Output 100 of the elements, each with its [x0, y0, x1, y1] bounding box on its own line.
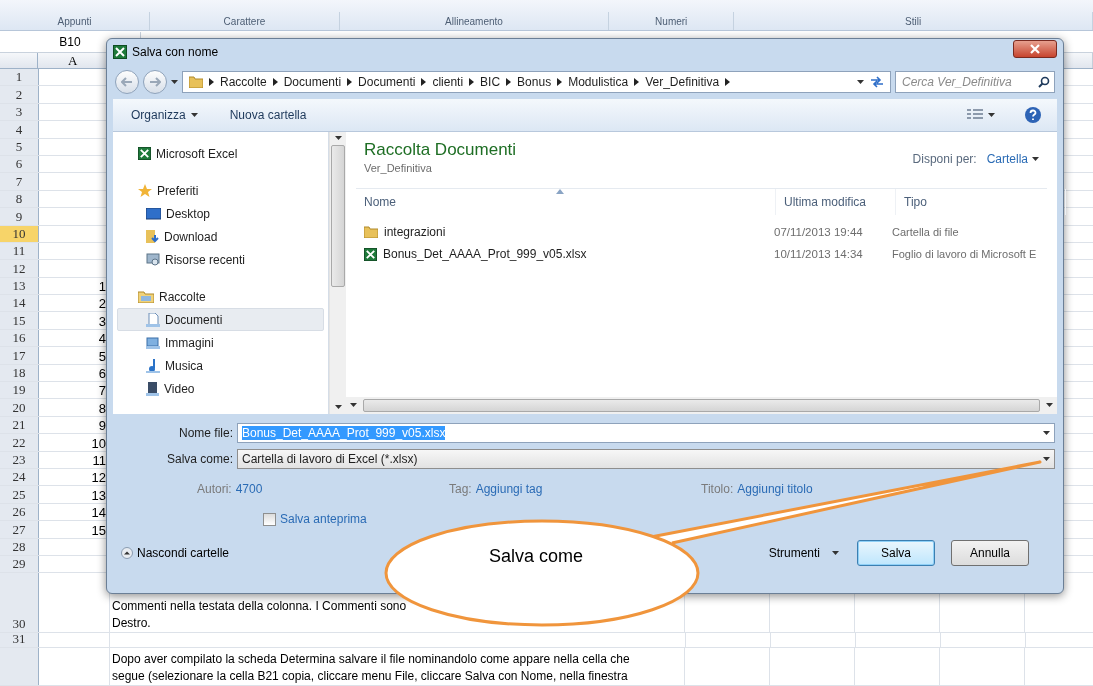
library-icon	[138, 290, 154, 303]
nav-item[interactable]: Preferiti	[117, 179, 324, 202]
ribbon-group-label: Appunti	[57, 15, 92, 27]
row-header[interactable]: 22	[0, 434, 39, 451]
row-header[interactable]: 20	[0, 399, 39, 416]
chevron-icon	[557, 78, 563, 86]
metadata-link[interactable]: 4700	[235, 482, 263, 496]
row-header[interactable]: 27	[0, 521, 39, 538]
nav-item[interactable]: Musica	[117, 354, 324, 377]
caret-icon	[1032, 156, 1039, 162]
ribbon-group-label: Allineamento	[445, 15, 503, 27]
recent-places-icon	[146, 253, 160, 266]
address-bar[interactable]: Raccolte Documenti Documenti clienti BIC Bonus Modulistica Ver_Definitiva	[182, 71, 891, 93]
row-header[interactable]: 14	[0, 295, 39, 312]
nav-item[interactable]: Download	[117, 225, 324, 248]
breadcrumb-item[interactable]: Modulistica	[568, 75, 629, 89]
caret-icon	[857, 79, 864, 85]
nav-item[interactable]: Immagini	[117, 331, 324, 354]
ribbon-group-label: Carattere	[223, 15, 266, 27]
chevron-icon	[421, 78, 427, 86]
search-field[interactable]: Cerca Ver_Definitiva	[895, 71, 1055, 93]
chevron-icon	[209, 78, 214, 86]
nav-item[interactable]: Risorse recenti	[117, 248, 324, 271]
row-header[interactable]: 30	[0, 573, 39, 633]
row-header[interactable]: 25	[0, 486, 39, 503]
vertical-scrollbar[interactable]	[329, 132, 346, 414]
list-view-icon	[967, 109, 983, 121]
file-row[interactable]: Bonus_Det_AAAA_Prot_999_v05.xlsx 10/11/2013 14:34 Foglio di lavoro di Microsoft E	[356, 243, 1057, 265]
hide-folders-button[interactable]: Nascondi cartelle	[121, 546, 230, 560]
caret-icon	[171, 79, 178, 85]
checkbox[interactable]	[263, 512, 276, 526]
back-arrow-icon	[121, 77, 133, 87]
row-header[interactable]	[0, 648, 39, 686]
caret-icon	[334, 136, 342, 141]
callout-text: Salva come	[489, 546, 584, 567]
library-subtitle: Ver_Definitiva	[364, 162, 433, 174]
chevron-icon	[347, 78, 353, 86]
row-header[interactable]: 7	[0, 173, 39, 190]
new-folder-button[interactable]: Nuova cartella	[227, 106, 309, 124]
field-label: Salva come:	[165, 452, 233, 466]
dialog-button[interactable]: Annulla	[951, 540, 1029, 566]
spreadsheet-icon	[138, 147, 151, 160]
nav-item[interactable]: Documenti	[117, 308, 324, 331]
row-header[interactable]: 31	[0, 633, 39, 648]
row-header[interactable]: 19	[0, 382, 39, 399]
close-button[interactable]	[1013, 40, 1057, 58]
field-label: Nome file:	[177, 426, 233, 440]
column-header[interactable]: Ultima modifica	[776, 189, 896, 215]
file-type-dropdown[interactable]: Cartella di lavoro di Excel (*.xlsx)	[237, 449, 1055, 469]
row-header[interactable]: 4	[0, 121, 39, 138]
arrange-dropdown[interactable]: Cartella	[986, 152, 1039, 166]
breadcrumb-item[interactable]: Documenti	[283, 75, 342, 89]
row-header[interactable]: 15	[0, 312, 39, 329]
nav-item[interactable]: Raccolte	[117, 285, 324, 308]
arrange-label: Disponi per:	[912, 152, 977, 166]
row-header[interactable]: 12	[0, 260, 39, 277]
film-icon	[146, 381, 159, 396]
breadcrumb-item[interactable]: Documenti	[358, 75, 416, 89]
caret-icon	[988, 112, 995, 118]
dialog-button[interactable]: Salva	[857, 540, 935, 566]
breadcrumb-item[interactable]: clienti	[432, 75, 464, 89]
breadcrumb-item[interactable]: Bonus	[517, 75, 552, 89]
chevron-icon	[725, 78, 731, 86]
metadata-link[interactable]: Aggiungi tag	[475, 482, 543, 496]
spreadsheet-icon	[364, 247, 377, 261]
caret-icon	[832, 550, 839, 556]
document-icon	[146, 312, 160, 327]
organize-button[interactable]: Organizza	[129, 106, 200, 124]
help-icon[interactable]	[1025, 107, 1041, 123]
row-header[interactable]: 17	[0, 347, 39, 364]
spreadsheet-icon	[113, 45, 127, 59]
row-header[interactable]: 9	[0, 208, 39, 225]
caret-icon	[1046, 403, 1053, 408]
ribbon-group-label: Numeri	[655, 15, 688, 27]
caret-icon	[1043, 430, 1050, 436]
metadata-label: Tag:	[449, 482, 472, 496]
tools-button[interactable]: Strumenti	[766, 544, 841, 562]
nav-item[interactable]: Desktop	[117, 202, 324, 225]
back-button[interactable]	[115, 70, 139, 94]
forward-button[interactable]	[143, 70, 167, 94]
library-title: Raccolta Documenti	[364, 140, 517, 160]
row-header[interactable]: 1	[0, 69, 39, 86]
file-row[interactable]: integrazioni 07/11/2013 19:44 Cartella di file	[356, 221, 1057, 243]
close-icon	[1030, 44, 1040, 54]
nav-item[interactable]: Microsoft Excel	[117, 142, 324, 165]
sort-arrow-icon	[556, 189, 564, 194]
column-header[interactable]: Tipo	[896, 189, 1066, 215]
chevron-icon	[469, 78, 475, 86]
row-header[interactable]: 2	[0, 86, 39, 103]
breadcrumb-item[interactable]: Ver_Definitiva	[645, 75, 720, 89]
metadata-label: Titolo:	[701, 482, 734, 496]
nav-item[interactable]: Video	[117, 377, 324, 400]
checkbox-label: Salva anteprima	[280, 512, 367, 526]
breadcrumb-item[interactable]: Raccolte	[220, 75, 267, 89]
breadcrumb-item[interactable]: BIC	[480, 75, 501, 89]
folder-icon	[364, 226, 378, 238]
refresh-icon[interactable]	[870, 76, 884, 88]
caret-icon	[1043, 456, 1050, 462]
horizontal-scrollbar[interactable]	[346, 397, 1057, 414]
metadata-link[interactable]: Aggiungi titolo	[737, 482, 813, 496]
